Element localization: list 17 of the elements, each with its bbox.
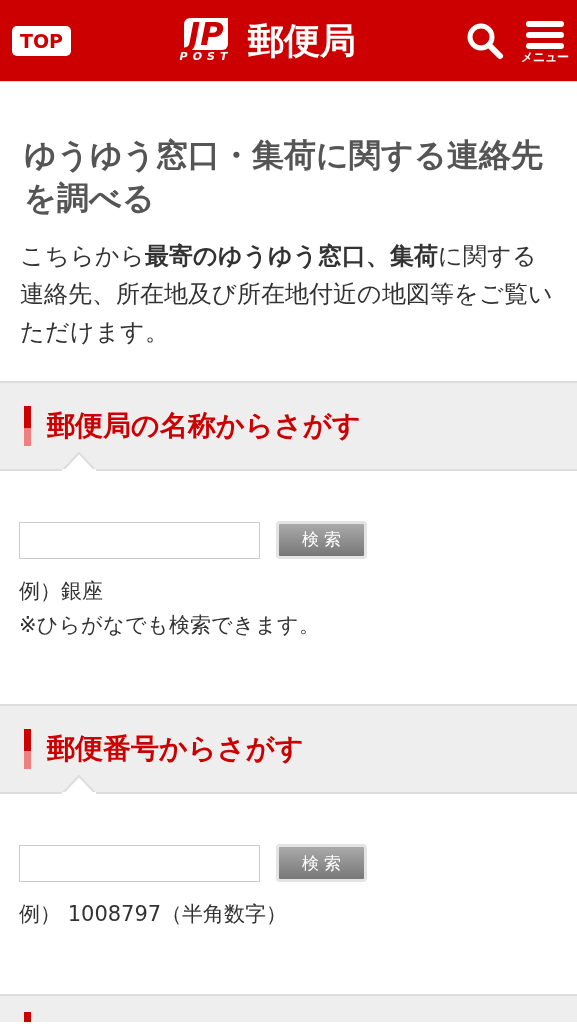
menu-button[interactable]: メニュー (521, 18, 569, 63)
heading-marker (24, 1011, 31, 1022)
section-heading: 郵便番号からさがす (47, 731, 304, 768)
top-button[interactable]: TOP (12, 25, 72, 56)
search-field[interactable] (19, 521, 260, 559)
site-name: 郵便局 (248, 22, 357, 59)
search-field[interactable] (19, 844, 260, 882)
section-heading: 郵便局の名称からさがす (47, 408, 361, 445)
example-text: 例）銀座 (19, 578, 104, 606)
example-text: 例） 1008797（半角数字） (19, 901, 289, 929)
example-text: ※ひらがなでも検索できます。 (19, 611, 321, 639)
intro-text: こちらから最寄のゆうゆう窓口、集荷に関する連絡先、所在地及び所在地付近の地図等をご覧いただけます。 (19, 241, 554, 348)
heading-marker (24, 729, 31, 770)
page-title: ゆうゆう窓口・集荷に関する連絡先を調べる (23, 135, 544, 220)
heading-marker (24, 406, 31, 447)
search-button[interactable]: 検 索 (276, 844, 367, 883)
search-button[interactable]: 検 索 (276, 521, 367, 560)
